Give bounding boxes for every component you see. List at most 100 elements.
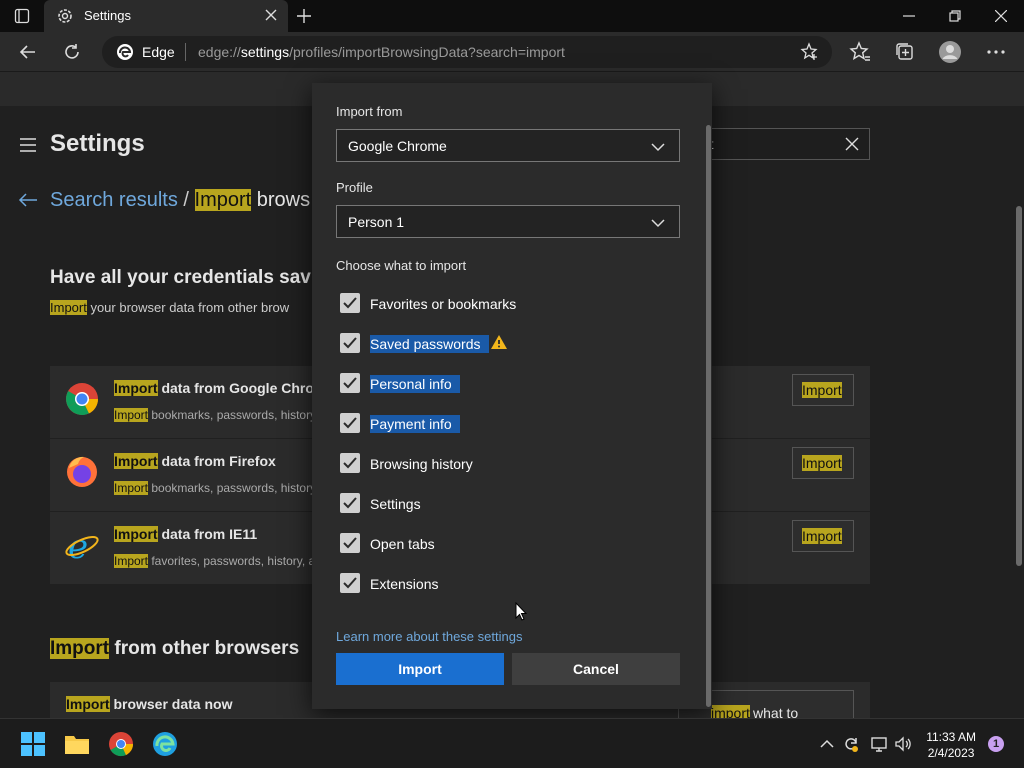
minimize-button[interactable] (886, 0, 932, 32)
back-arrow-icon[interactable] (18, 42, 38, 62)
page-scrollbar[interactable] (1016, 206, 1022, 566)
profile-avatar-icon[interactable] (938, 40, 962, 64)
address-bar[interactable]: Edge edge://settings/profiles/importBrow… (102, 36, 832, 68)
page-title: Settings (50, 130, 145, 157)
option-label: Payment info (370, 415, 460, 433)
file-explorer-icon[interactable] (64, 731, 90, 757)
omnibox-edge-label: Edge (142, 44, 175, 60)
breadcrumb-search-results[interactable]: Search results (50, 189, 178, 211)
import-chrome-button[interactable]: Import (792, 374, 854, 406)
chrome-taskbar-icon[interactable] (108, 731, 134, 757)
new-tab-icon[interactable] (296, 8, 312, 24)
profile-dropdown[interactable]: Person 1 (336, 205, 680, 238)
checkbox-checked[interactable] (340, 573, 360, 593)
option-label: Extensions (370, 576, 439, 592)
import-ie11-button[interactable]: Import (792, 520, 854, 552)
breadcrumb-current: brows (251, 189, 311, 211)
import-from-value: Google Chrome (348, 138, 447, 154)
option-browsing-history[interactable]: Browsing history (340, 451, 680, 475)
checkbox-checked[interactable] (340, 493, 360, 513)
import-button[interactable]: Import (336, 653, 504, 685)
gear-icon (56, 7, 74, 25)
tab-actions-icon[interactable] (14, 8, 30, 24)
sync-icon[interactable] (842, 735, 860, 753)
section-subtitle: Import your browser data from other brow (50, 300, 290, 315)
checkbox-checked[interactable] (340, 413, 360, 433)
internet-explorer-logo-icon: e (64, 527, 100, 567)
settings-search-input[interactable]: rt (690, 128, 870, 160)
chevron-down-icon (651, 216, 665, 228)
import-browser-data-dialog: Import from Google Chrome Profile Person… (312, 83, 712, 709)
mouse-cursor-icon (515, 601, 528, 622)
option-extensions[interactable]: Extensions (340, 571, 680, 595)
checkbox-checked[interactable] (340, 533, 360, 553)
option-label: Saved passwords (370, 335, 489, 353)
edge-taskbar-icon[interactable] (152, 731, 178, 757)
checkbox-checked[interactable] (340, 293, 360, 313)
favorites-icon[interactable] (848, 40, 872, 64)
import-from-dropdown[interactable]: Google Chrome (336, 129, 680, 162)
title-bar: Settings (0, 0, 1024, 32)
tab-settings[interactable]: Settings (44, 0, 288, 32)
more-options-icon[interactable] (984, 40, 1008, 64)
learn-more-link[interactable]: Learn more about these settings (336, 629, 522, 644)
breadcrumb-highlight: Import (194, 189, 252, 211)
url-text: edge://settings/profiles/importBrowsingD… (198, 44, 565, 60)
option-payment-info[interactable]: Payment info (340, 411, 680, 435)
breadcrumb: Search results / Import brows (50, 189, 310, 212)
profile-label: Profile (336, 180, 373, 195)
option-label: Browsing history (370, 456, 473, 472)
card-title: Import data from IE11 (114, 526, 258, 542)
warning-icon[interactable] (490, 334, 508, 350)
windows-start-icon[interactable] (20, 731, 46, 757)
section-heading: Have all your credentials sav (50, 267, 311, 288)
choose-what-to-import-label: Choose what to import (336, 258, 467, 273)
card-description: Import favorites, passwords, history, a (114, 554, 316, 568)
edge-logo-icon (116, 43, 134, 61)
network-icon[interactable] (870, 735, 888, 753)
checkbox-checked[interactable] (340, 333, 360, 353)
volume-icon[interactable] (894, 735, 912, 753)
profile-value: Person 1 (348, 214, 405, 230)
restore-button[interactable] (932, 0, 978, 32)
notification-badge[interactable]: 1 (988, 736, 1004, 752)
dialog-scrollbar[interactable] (706, 125, 711, 707)
close-window-button[interactable] (978, 0, 1024, 32)
option-settings[interactable]: Settings (340, 491, 680, 515)
option-label: Open tabs (370, 536, 435, 552)
clock-date: 2/4/2023 (927, 746, 975, 760)
checkbox-checked[interactable] (340, 453, 360, 473)
card-description: Import bookmarks, passwords, history (114, 481, 317, 495)
taskbar: 11:33 AM 2/4/2023 1 (0, 718, 1024, 768)
chevron-down-icon (651, 140, 665, 152)
menu-icon[interactable] (20, 138, 36, 152)
card-title: Import data from Google Chron (114, 380, 323, 396)
refresh-icon[interactable] (62, 42, 82, 62)
chevron-up-icon[interactable] (818, 735, 836, 753)
omnibox-divider (185, 43, 186, 61)
import-firefox-button[interactable]: Import (792, 447, 854, 479)
add-favorite-icon[interactable] (800, 42, 820, 62)
checkbox-checked[interactable] (340, 373, 360, 393)
page-scroll-thumb[interactable] (1016, 206, 1022, 566)
breadcrumb-back-icon[interactable] (18, 192, 38, 208)
option-favorites[interactable]: Favorites or bookmarks (340, 291, 680, 315)
tab-title: Settings (84, 8, 131, 23)
import-from-label: Import from (336, 104, 403, 119)
collections-icon[interactable] (893, 40, 917, 64)
breadcrumb-separator: / (183, 189, 189, 211)
option-label: Favorites or bookmarks (370, 296, 517, 312)
cancel-button[interactable]: Cancel (512, 653, 680, 685)
system-clock[interactable]: 11:33 AM 2/4/2023 (926, 729, 976, 761)
clear-search-icon[interactable] (845, 137, 859, 151)
row-label: Import browser data now (66, 696, 233, 712)
clock-time: 11:33 AM (926, 730, 976, 744)
option-personal-info[interactable]: Personal info (340, 371, 680, 395)
option-open-tabs[interactable]: Open tabs (340, 531, 680, 555)
close-tab-icon[interactable] (264, 8, 278, 22)
chrome-logo-icon (64, 381, 100, 417)
option-saved-passwords[interactable]: Saved passwords (340, 331, 680, 355)
card-description: Import bookmarks, passwords, history (114, 408, 317, 422)
firefox-logo-icon (64, 454, 100, 490)
other-browsers-heading: Import from other browsers (50, 638, 300, 659)
